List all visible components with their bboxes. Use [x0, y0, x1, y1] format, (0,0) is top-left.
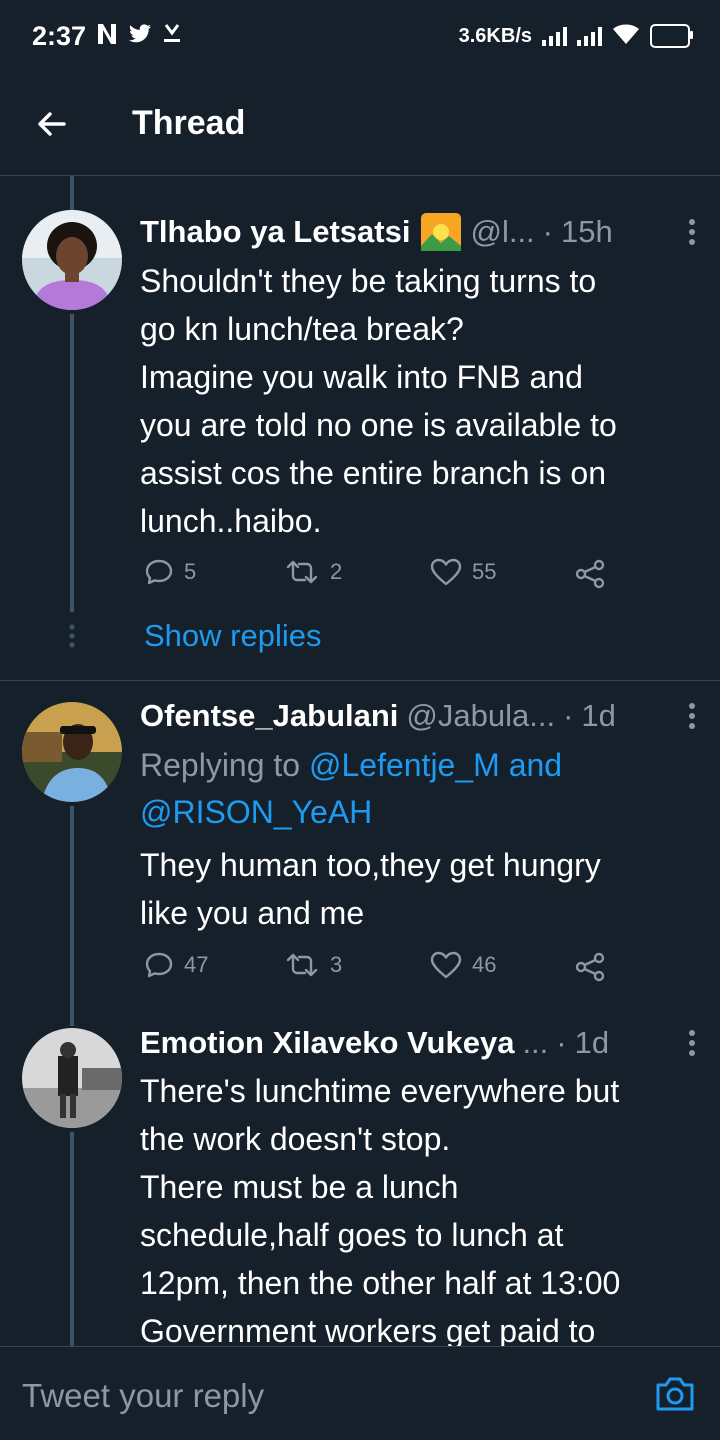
tweet-text-line: go kn lunch/tea break?	[140, 311, 464, 347]
network-speed: 3.6KB/s	[458, 24, 532, 47]
tweet-text-line: assist cos the entire branch is on	[140, 455, 607, 491]
tweet-text-line: the work doesn't stop.	[140, 1121, 451, 1157]
signal-2-icon	[577, 26, 602, 46]
tweet-text-line: Imagine you walk into FNB and	[140, 359, 583, 395]
tweet-text-line: 12pm, then the other half at 13:00	[140, 1265, 621, 1301]
status-bar: 2:37 3.6KB/s 27	[0, 0, 720, 72]
share-icon	[575, 952, 605, 982]
divider	[0, 680, 720, 681]
reply-count: 47	[184, 952, 209, 977]
share-icon	[575, 559, 605, 589]
status-time: 2:37	[32, 20, 87, 51]
like-button[interactable]: 55	[430, 558, 496, 586]
avatar[interactable]	[22, 210, 122, 310]
separator-dot: ·	[542, 214, 553, 249]
sunrise-over-mountains-emoji	[420, 212, 462, 252]
tweet-time[interactable]: 15h	[561, 214, 613, 250]
replying-to-mention[interactable]: @RISON_YeAH	[140, 789, 700, 836]
arrow-left-icon	[38, 112, 66, 136]
retweet-button[interactable]: 2	[284, 558, 342, 586]
retweet-icon	[286, 560, 318, 584]
tweet-text-line: Shouldn't they be taking turns to	[140, 263, 597, 299]
wifi-icon	[612, 23, 640, 50]
twitter-icon	[128, 23, 152, 49]
tweet-header: Ofentse_Jabulani @Jabula... · 1d	[140, 694, 696, 738]
author-name[interactable]: Emotion Xilaveko Vukeya	[140, 1025, 514, 1061]
author-name[interactable]: Tlhabo ya Letsatsi	[140, 214, 410, 250]
tweet-text-line: you are told no one is available to	[140, 407, 617, 443]
reply-composer[interactable]: Tweet your reply	[0, 1346, 720, 1440]
tweet-text: They human too,they get hungry like you …	[140, 841, 700, 937]
collapsed-thread-dots-icon	[68, 624, 76, 648]
retweet-icon	[286, 953, 318, 977]
author-handle[interactable]: @Jabula...	[406, 698, 555, 734]
share-button[interactable]	[574, 558, 606, 590]
back-button[interactable]	[30, 102, 74, 146]
tweet-text-line: They human too,they get hungry	[140, 847, 601, 883]
camera-button[interactable]	[654, 1375, 696, 1413]
thread-connector	[70, 806, 74, 1026]
replying-to-label: Replying to	[140, 747, 301, 783]
more-options-icon[interactable]	[688, 702, 696, 730]
tweet-text-line: schedule,half goes to lunch at	[140, 1217, 564, 1253]
reply-input[interactable]: Tweet your reply	[22, 1377, 264, 1415]
like-button[interactable]: 46	[430, 951, 496, 979]
thread-connector	[70, 314, 74, 612]
battery-level: 27	[665, 27, 683, 45]
tweet-header: Tlhabo ya Letsatsi @l... · 15h	[140, 210, 696, 254]
reply-icon	[145, 952, 173, 978]
author-handle[interactable]: ...	[522, 1025, 548, 1061]
separator-dot: ·	[556, 1025, 567, 1060]
tweet-text-line: lunch..haibo.	[140, 503, 322, 539]
tweet-text: There's lunchtime everywhere but the wor…	[140, 1067, 700, 1355]
share-button[interactable]	[574, 951, 606, 983]
avatar[interactable]	[22, 702, 122, 802]
thread-connector	[70, 1132, 74, 1346]
more-options-icon[interactable]	[688, 218, 696, 246]
reply-button[interactable]: 47	[144, 951, 208, 979]
tweet-actions: 5 2 55	[144, 558, 614, 598]
heart-icon	[430, 558, 462, 586]
retweet-count: 2	[330, 559, 343, 584]
battery-icon: 27	[650, 24, 693, 48]
netflix-icon	[96, 22, 118, 51]
camera-icon	[656, 1377, 694, 1411]
like-count: 55	[472, 559, 497, 584]
avatar[interactable]	[22, 1028, 122, 1128]
replying-to-line: Replying to @Lefentje_M and	[140, 742, 700, 789]
more-options-icon[interactable]	[688, 1029, 696, 1057]
tweet-time[interactable]: 1d	[575, 1025, 609, 1061]
replying-to: Replying to @Lefentje_M and @RISON_YeAH	[140, 742, 700, 836]
tweet-text-line: There's lunchtime everywhere but	[140, 1073, 620, 1109]
page-title: Thread	[132, 104, 246, 142]
app-header: Thread	[0, 72, 720, 176]
thread-connector-top	[70, 176, 74, 210]
author-handle[interactable]: @l...	[470, 214, 534, 250]
separator-dot: ·	[563, 698, 574, 733]
tweet-text: Shouldn't they be taking turns to go kn …	[140, 257, 700, 545]
tweet-header: Emotion Xilaveko Vukeya ... · 1d	[140, 1021, 696, 1065]
status-bar-right: 3.6KB/s 27	[458, 23, 693, 50]
reply-icon	[145, 559, 173, 585]
download-icon	[162, 23, 182, 50]
reply-button[interactable]: 5	[144, 558, 196, 586]
retweet-count: 3	[330, 952, 343, 977]
status-bar-left: 2:37	[32, 21, 182, 52]
heart-icon	[430, 951, 462, 979]
tweet-time[interactable]: 1d	[581, 698, 615, 734]
author-name[interactable]: Ofentse_Jabulani	[140, 698, 398, 734]
reply-count: 5	[184, 559, 197, 584]
tweet-text-line: like you and me	[140, 895, 365, 931]
replying-to-mentions[interactable]: @Lefentje_M and	[309, 747, 562, 783]
show-replies-link[interactable]: Show replies	[144, 618, 321, 654]
signal-1-icon	[542, 26, 567, 46]
tweet-text-line: There must be a lunch	[140, 1169, 459, 1205]
like-count: 46	[472, 952, 497, 977]
tweet-actions: 47 3 46	[144, 951, 614, 991]
retweet-button[interactable]: 3	[284, 951, 342, 979]
